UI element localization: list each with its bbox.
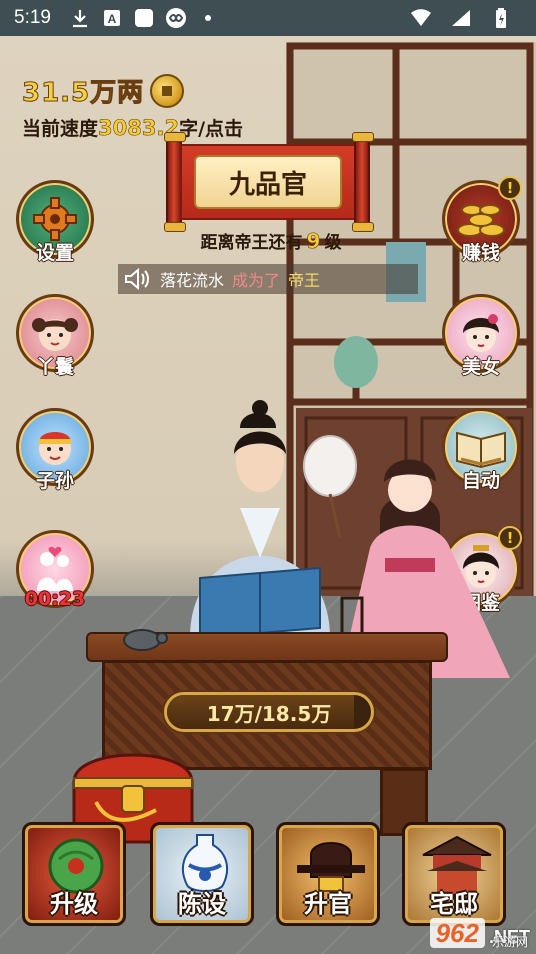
romance-timer: 00:23 — [24, 588, 86, 611]
scroll-rod-right — [352, 132, 374, 232]
speaker-icon — [125, 268, 149, 290]
romance-timer-button[interactable]: 00:23 — [14, 530, 96, 611]
maid-button[interactable]: 丫鬟 — [14, 294, 96, 379]
descendants-button[interactable]: 子孙 — [14, 408, 96, 493]
watermark-sub: 乐游网 — [491, 935, 528, 949]
infinity-icon — [165, 7, 187, 29]
furnish-label: 陈设 — [178, 890, 226, 918]
rank-distance: 距离帝王还有 9 级 — [166, 228, 376, 254]
distance-prefix: 距离帝王还有 — [200, 233, 303, 253]
earn-money-label: 赚钱 — [461, 242, 500, 265]
promote-button[interactable]: 升官 — [276, 822, 380, 926]
beauty-label: 美女 — [461, 356, 500, 379]
study-progress-bar: 17万/18.5万 — [164, 692, 374, 732]
announce-rank: 帝王 — [288, 271, 321, 290]
descendants-label: 子孙 — [35, 470, 74, 493]
distance-num: 9 — [306, 229, 321, 254]
announce-name: 落花流水 — [160, 271, 225, 290]
dot-icon — [197, 7, 219, 29]
maid-label: 丫鬟 — [35, 356, 74, 379]
furnish-button[interactable]: 陈设 — [150, 822, 254, 926]
speed-label: 当前速度 — [22, 118, 99, 140]
watermark-brand: 962 — [429, 918, 485, 948]
wifi-icon — [410, 7, 432, 29]
money-value: 31.5万两 — [21, 78, 145, 109]
game-scene[interactable]: 31.5万两 当前速度3083.2字/点击 九品官 距离帝王还有 9 级 落花流水 … — [0, 36, 536, 954]
download-icon — [69, 7, 91, 29]
announcement-bar: 落花流水 成为了 帝王 — [118, 264, 418, 294]
earn-money-button[interactable]: 赚钱 ! — [440, 176, 522, 265]
settings-label: 设置 — [35, 242, 74, 265]
beauty-button[interactable]: 美女 — [440, 294, 522, 379]
announce-verb: 成为了 — [232, 271, 281, 290]
money-display: 31.5万两 — [21, 72, 185, 109]
upgrade-button[interactable]: 升级 — [22, 822, 126, 926]
square-app-icon — [133, 7, 155, 29]
earn-alert-badge: ! — [498, 176, 522, 200]
coin-icon — [150, 73, 185, 108]
battery-icon — [490, 7, 512, 29]
signal-icon — [450, 7, 472, 29]
svg-text:A: A — [108, 12, 117, 26]
mansion-button[interactable]: 宅邸 — [402, 822, 506, 926]
scroll-paper: 九品官 — [180, 144, 356, 220]
rank-title: 九品官 — [194, 155, 342, 209]
rank-scroll[interactable]: 九品官 — [164, 132, 374, 232]
progress-text: 17万/18.5万 — [206, 701, 332, 726]
upgrade-label: 升级 — [50, 890, 98, 918]
promote-label: 升官 — [304, 890, 352, 918]
settings-button[interactable]: 设置 — [14, 180, 96, 265]
status-time: 5:19 — [14, 7, 51, 28]
mansion-label: 宅邸 — [430, 890, 478, 918]
distance-suffix: 级 — [324, 233, 342, 253]
site-watermark: 962 .NET 乐游网 — [429, 918, 530, 949]
a-app-icon: A — [101, 7, 123, 29]
status-bar: 5:19 A — [0, 0, 536, 36]
turtle-ornament-icon — [123, 629, 168, 651]
